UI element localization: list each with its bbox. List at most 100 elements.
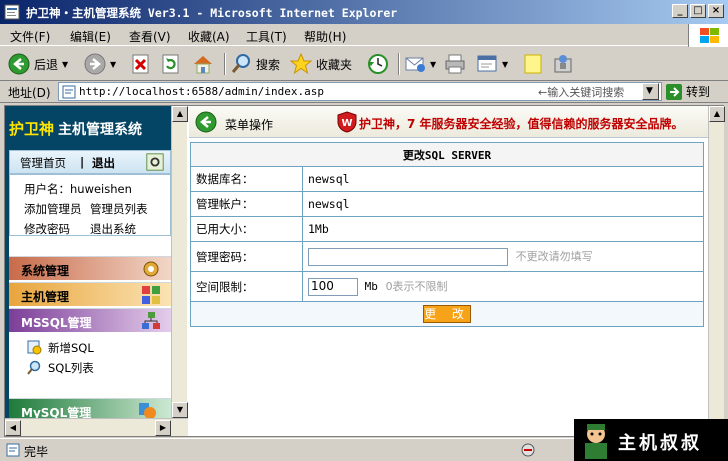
settings-icon [146, 153, 164, 171]
back-arrow-icon [8, 53, 30, 75]
minimize-button[interactable]: _ [672, 4, 688, 18]
menu-file[interactable]: 文件(F) [10, 28, 50, 45]
field-label: 数据库名： [190, 166, 303, 192]
sidebar-horizontal-scrollbar[interactable]: ◀ ▶ [5, 418, 188, 436]
address-dropdown-button[interactable]: ▼ [642, 83, 659, 100]
sidebar-left-edge [5, 150, 9, 418]
quota-input[interactable]: 100 [308, 277, 358, 296]
section-mssql-management[interactable]: MSSQL管理 [9, 308, 171, 332]
history-icon [368, 54, 388, 74]
exit-system-link[interactable]: 退出系统 [90, 221, 136, 237]
form-row-password: 管理密码： 不更改请勿填写 [190, 241, 704, 272]
print-button[interactable] [444, 51, 466, 77]
history-button[interactable] [366, 51, 388, 77]
toolbar-separator [224, 53, 226, 75]
new-sql-link[interactable]: 新增SQL [48, 340, 94, 356]
brand-subtitle: 主机管理系统 [58, 122, 143, 138]
maximize-button[interactable]: □ [690, 4, 706, 18]
change-password-link[interactable]: 修改密码 [24, 221, 70, 237]
home-link[interactable]: 管理首页 [20, 155, 66, 171]
edit-button[interactable]: ▼ [476, 51, 508, 77]
form-row-account: 管理帐户： newsql [190, 191, 704, 217]
submit-change-button[interactable]: 更 改 [423, 305, 471, 323]
mail-button[interactable]: ▼ [404, 51, 436, 77]
page-scrollbar[interactable]: ▲ ▼ [708, 106, 725, 436]
stop-button[interactable] [130, 51, 152, 77]
main-panel: 菜单操作 W 护卫神，7 年服务器安全经验，值得信赖的服务器安全品牌。 更改SQ… [189, 106, 724, 436]
host-blocks-icon [142, 286, 160, 304]
back-circle-icon[interactable] [195, 111, 217, 133]
section-label: MSSQL管理 [21, 316, 92, 330]
add-admin-link[interactable]: 添加管理员 [24, 201, 82, 217]
section-host-management[interactable]: 主机管理 [9, 282, 171, 306]
mssql-panel: 新增SQL SQL列表 [9, 332, 171, 400]
section-label: 主机管理 [21, 290, 70, 304]
scroll-down-arrow-icon[interactable]: ▼ [172, 402, 188, 418]
brand-header: 护卫神 主机管理系统 [5, 106, 171, 150]
sidebar-gap [9, 236, 171, 256]
page-icon [62, 85, 76, 99]
used-size-value: 1Mb [302, 216, 704, 242]
section-mysql-management[interactable]: MySQL管理 [9, 398, 171, 418]
scroll-right-arrow-icon[interactable]: ▶ [155, 420, 171, 436]
form-row-submit: 更 改 [190, 301, 704, 327]
change-sql-form: 更改SQL SERVER 数据库名： newsql 管理帐户： newsql 已… [190, 142, 704, 327]
menu-edit[interactable]: 编辑(E) [70, 28, 111, 45]
page-content: 护卫神 主机管理系统 管理首页 | 退出 用户名：huweishen 添加管理员 … [4, 105, 725, 437]
security-zone-icon [521, 443, 535, 457]
windows-logo-icon [688, 24, 728, 47]
search-button[interactable]: 搜索 [230, 51, 280, 77]
search-list-icon [27, 360, 41, 375]
favorites-button[interactable]: 收藏夹 [290, 51, 352, 77]
home-button[interactable] [192, 51, 214, 77]
logout-link[interactable]: 退出 [92, 155, 115, 171]
menu-tools[interactable]: 工具(T) [246, 28, 287, 45]
search-label: 搜索 [256, 57, 281, 72]
go-button[interactable]: 转到 [666, 83, 710, 100]
back-button[interactable]: 后退 ▼ [8, 51, 68, 77]
admin-list-link[interactable]: 管理员列表 [90, 201, 148, 217]
chevron-down-icon[interactable]: ▼ [62, 60, 68, 69]
menu-help[interactable]: 帮助(H) [304, 28, 346, 45]
field-label: 空间限制： [190, 271, 303, 302]
form-row-db-name: 数据库名： newsql [190, 166, 704, 192]
address-bar: 地址(D) http://localhost:6588/admin/index.… [0, 81, 728, 103]
form-row-used-size: 已用大小： 1Mb [190, 216, 704, 242]
menu-favorites[interactable]: 收藏(A) [188, 28, 230, 45]
chevron-down-icon[interactable]: ▼ [502, 60, 508, 69]
page-done-icon [6, 443, 20, 457]
chevron-down-icon[interactable]: ▼ [110, 60, 116, 69]
close-button[interactable]: × [708, 4, 724, 18]
section-system-management[interactable]: 系统管理 [9, 256, 171, 280]
sidebar: 护卫神 主机管理系统 管理首页 | 退出 用户名：huweishen 添加管理员 … [5, 106, 171, 418]
address-search-hint: ←输入关键词搜索 [538, 86, 625, 99]
shield-logo-icon: W [337, 111, 357, 133]
messenger-icon [554, 55, 572, 73]
field-label: 已用大小： [190, 216, 303, 242]
forward-arrow-icon [84, 53, 106, 75]
mascot-icon [585, 424, 607, 459]
sticky-note-icon [524, 54, 542, 74]
scroll-up-arrow-icon[interactable]: ▲ [709, 106, 725, 122]
brand-slogan: 护卫神，7 年服务器安全经验，值得信赖的服务器安全品牌。 [359, 117, 684, 131]
username-label: 用户名：huweishen [24, 182, 132, 196]
messenger-button[interactable] [552, 51, 574, 77]
sql-list-link[interactable]: SQL列表 [48, 360, 94, 376]
sidebar-scrollbar[interactable]: ▲ ▼ [171, 106, 188, 418]
stop-icon [132, 54, 149, 74]
svg-text:W: W [341, 118, 352, 129]
forward-button[interactable]: ▼ [84, 51, 116, 77]
scroll-up-arrow-icon[interactable]: ▲ [172, 106, 188, 122]
add-database-icon [27, 340, 42, 355]
note-button[interactable] [522, 51, 544, 77]
scroll-left-arrow-icon[interactable]: ◀ [5, 420, 21, 436]
password-input[interactable] [308, 247, 508, 266]
go-label: 转到 [686, 85, 711, 99]
status-text: 完毕 [24, 445, 49, 459]
window-title: 护卫神・主机管理系统 Ver3.1 - Microsoft Internet E… [26, 6, 398, 20]
refresh-button[interactable] [160, 51, 182, 77]
chevron-down-icon[interactable]: ▼ [430, 60, 436, 69]
toolbar-separator [398, 53, 400, 75]
menu-view[interactable]: 查看(V) [129, 28, 171, 45]
address-url: http://localhost:6588/admin/index.asp [79, 85, 325, 98]
